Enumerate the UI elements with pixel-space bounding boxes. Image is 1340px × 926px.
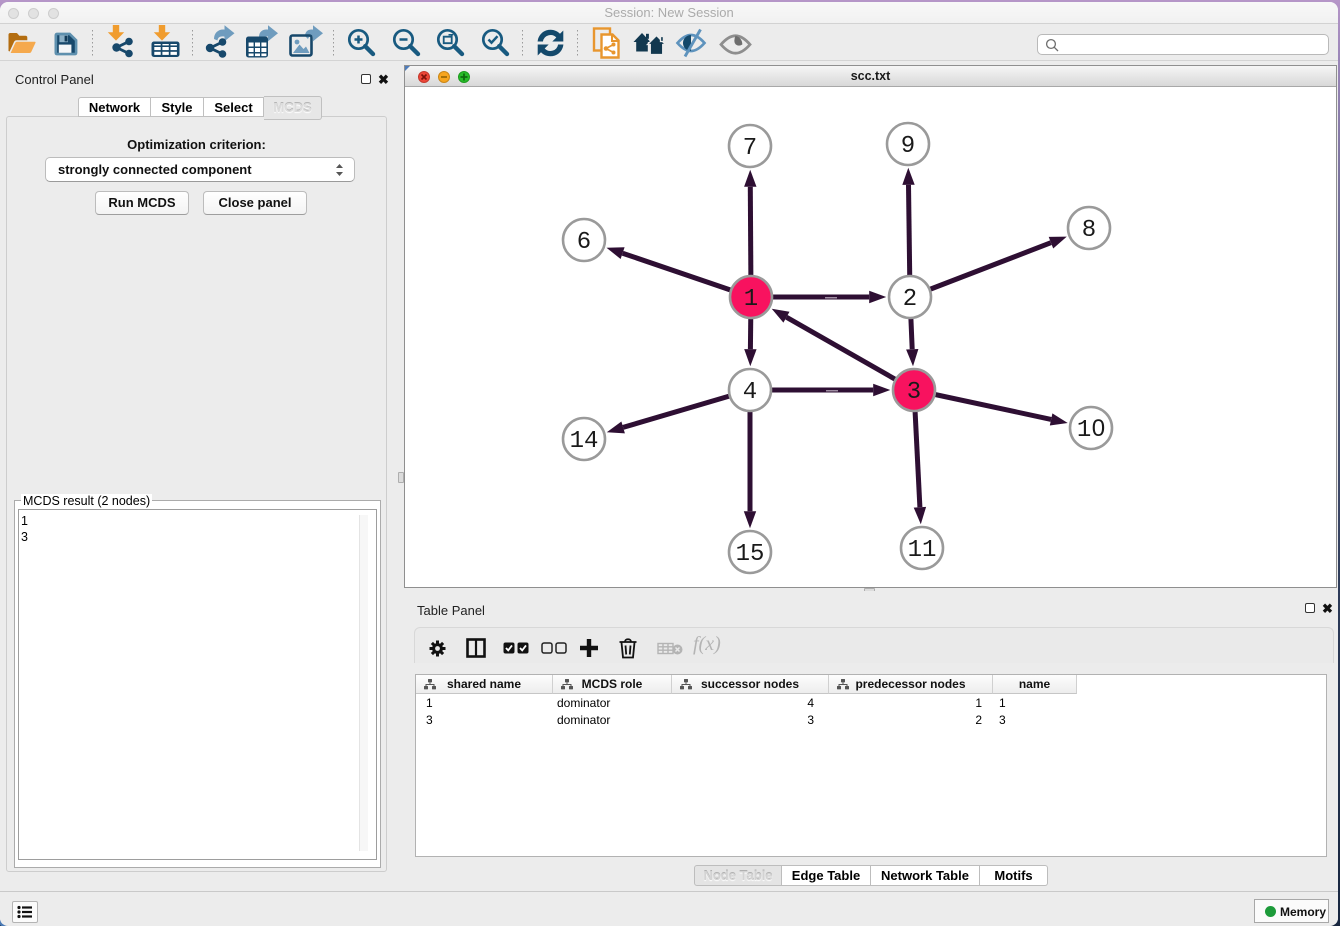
svg-text:11: 11 — [908, 537, 937, 564]
svg-text:15: 15 — [736, 541, 765, 568]
svg-text:9: 9 — [901, 133, 915, 160]
svg-text:4: 4 — [743, 379, 757, 406]
svg-text:1: 1 — [744, 286, 758, 313]
svg-text:14: 14 — [570, 428, 599, 455]
svg-text:6: 6 — [577, 229, 591, 256]
svg-text:7: 7 — [743, 135, 757, 162]
svg-text:2: 2 — [903, 286, 917, 313]
svg-text:8: 8 — [1082, 217, 1096, 244]
svg-text:3: 3 — [907, 379, 921, 406]
svg-text:10: 10 — [1077, 415, 1105, 444]
